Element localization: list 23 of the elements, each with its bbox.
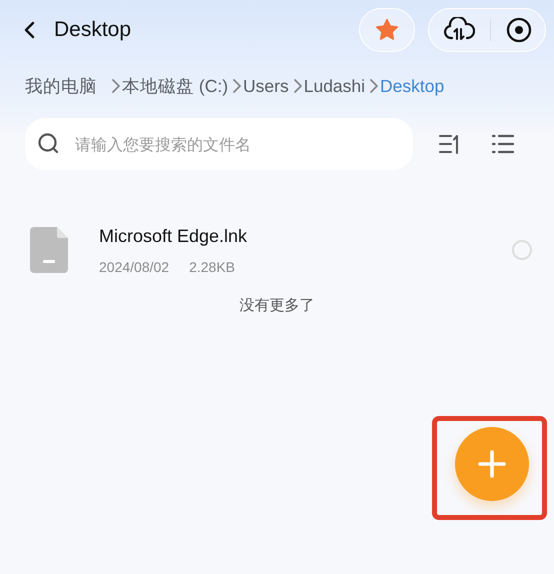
cloud-sync-icon[interactable] (442, 17, 474, 43)
breadcrumb-item[interactable]: Ludashi (304, 76, 366, 96)
chevron-icon (232, 78, 242, 94)
star-icon (374, 17, 400, 43)
file-date: 2024/08/02 (99, 258, 170, 274)
end-of-list-text: 没有更多了 (238, 296, 316, 315)
record-icon[interactable] (506, 17, 532, 43)
plus-icon (477, 449, 507, 479)
file-name: Microsoft Edge.lnk (99, 226, 248, 246)
file-icon (30, 227, 68, 273)
file-size: 2.28KB (189, 258, 236, 274)
breadcrumb-item[interactable]: 我的电脑 (25, 74, 97, 98)
page-title: Desktop (54, 18, 132, 42)
breadcrumb-item[interactable]: 本地磁盘 (C:) (122, 74, 228, 98)
select-radio[interactable] (512, 240, 532, 260)
search-field[interactable]: 请输入您要搜索的文件名 (25, 118, 413, 170)
chevron-icon (292, 78, 303, 94)
breadcrumb-item[interactable]: Desktop (380, 76, 444, 96)
favorite-button[interactable] (359, 8, 415, 52)
list-view-icon[interactable] (492, 134, 514, 154)
chevron-icon (369, 78, 380, 94)
breadcrumb-item[interactable]: Users (243, 76, 289, 96)
chevron-icon (111, 78, 121, 94)
